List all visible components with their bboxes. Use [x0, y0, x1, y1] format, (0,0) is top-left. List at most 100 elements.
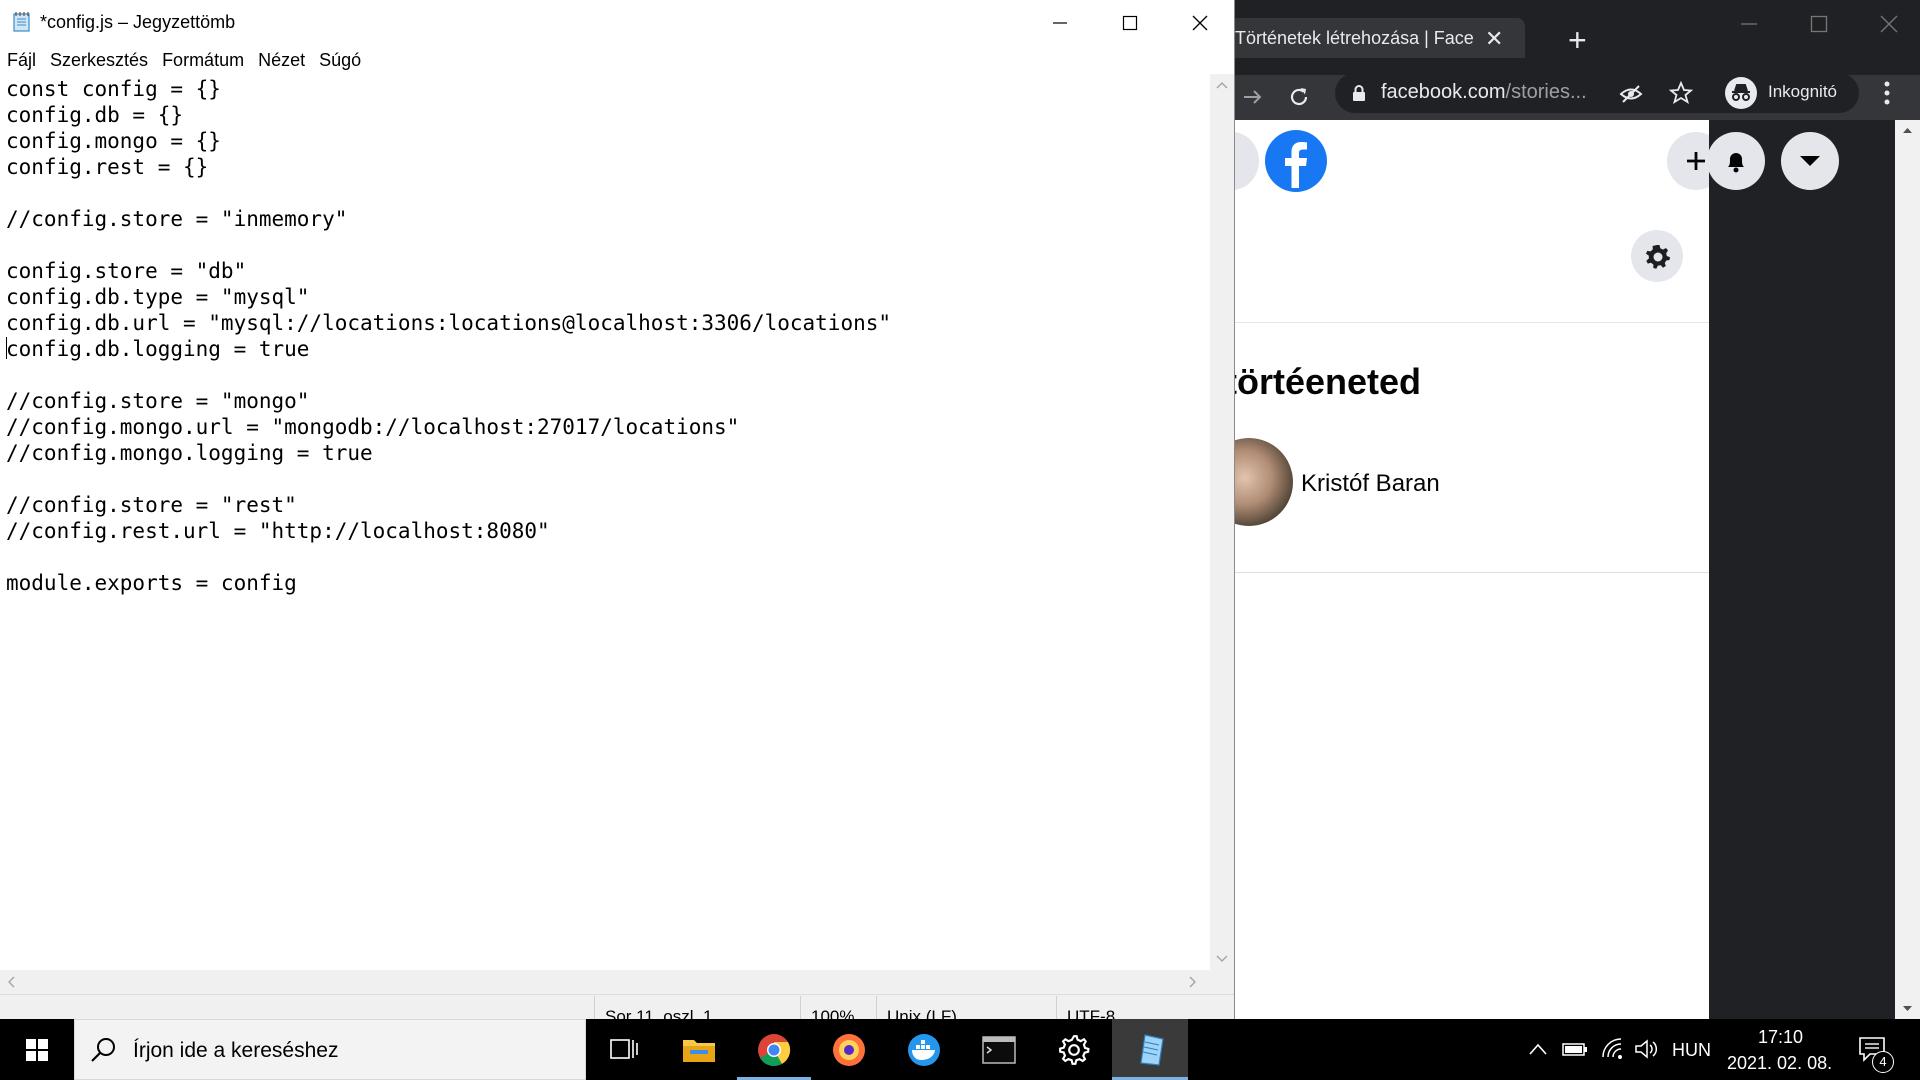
close-button[interactable] — [1165, 0, 1234, 46]
zoom-level: 100% — [811, 1007, 855, 1019]
tab-close-icon[interactable]: ✕ — [1485, 26, 1503, 52]
plus-icon — [1687, 152, 1705, 170]
chevron-up-icon[interactable] — [1528, 1042, 1548, 1056]
taskbar-search-box[interactable]: Írjon ide a kereséshez — [74, 1019, 586, 1080]
status-separator — [800, 996, 801, 1019]
url-path: /stories... — [1505, 81, 1587, 103]
terminal-icon — [982, 1035, 1016, 1064]
gear-icon — [1059, 1034, 1090, 1065]
status-separator — [1056, 996, 1057, 1019]
forward-icon[interactable] — [1240, 85, 1264, 109]
editor-line: //config.store = "mongo" — [6, 389, 310, 413]
maximize-icon[interactable] — [1809, 14, 1829, 34]
status-bar: Sor 11, oszl. 1 100% Unix (LF) UTF-8 — [0, 994, 1234, 1019]
terminal-taskbar-button[interactable] — [962, 1019, 1036, 1080]
editor-line: config.db = {} — [6, 103, 184, 127]
new-tab-icon[interactable]: + — [1568, 22, 1587, 59]
minimize-button[interactable] — [1025, 0, 1095, 46]
active-tab[interactable]: Történetek létrehozása | Facebook ✕ — [1235, 18, 1525, 58]
account-menu-button[interactable] — [1781, 132, 1839, 190]
editor-line: config.db.type = "mysql" — [6, 285, 310, 309]
notepad-taskbar-button[interactable] — [1112, 1019, 1188, 1080]
text-editor[interactable]: const config = {} config.db = {} config.… — [6, 76, 1206, 596]
taskbar: Írjon ide a kereséshez HUN 17:10 2021. 0… — [0, 1019, 1920, 1080]
menu-edit[interactable]: Szerkesztés — [43, 46, 155, 74]
menu-format[interactable]: Formátum — [155, 46, 251, 74]
minimize-icon[interactable] — [1739, 14, 1759, 34]
notifications-button[interactable] — [1707, 132, 1765, 190]
back-button[interactable] — [1235, 132, 1259, 190]
editor-line: config.mongo = {} — [6, 129, 221, 153]
lock-icon[interactable] — [1351, 84, 1367, 102]
facebook-logo-icon[interactable] — [1265, 130, 1327, 192]
wifi-icon[interactable] — [1600, 1037, 1624, 1061]
scroll-left-icon[interactable] — [0, 970, 24, 994]
maximize-button[interactable] — [1095, 0, 1165, 46]
task-view-button[interactable] — [587, 1019, 661, 1080]
scroll-corner — [1210, 970, 1234, 994]
battery-icon[interactable] — [1562, 1039, 1588, 1059]
text-caret — [6, 337, 7, 359]
editor-line: //config.mongo.url = "mongodb://localhos… — [6, 415, 740, 439]
editor-line: //config.mongo.logging = true — [6, 441, 373, 465]
file-explorer-button[interactable] — [662, 1019, 736, 1080]
url-domain: facebook.com — [1381, 81, 1506, 103]
vertical-scrollbar[interactable] — [1210, 74, 1234, 970]
page-scrollbar[interactable] — [1895, 120, 1920, 1019]
firefox-taskbar-button[interactable] — [812, 1019, 886, 1080]
eye-off-icon[interactable] — [1619, 82, 1643, 106]
chevron-down-icon — [1800, 156, 1820, 166]
settings-taskbar-button[interactable] — [1037, 1019, 1111, 1080]
docker-icon — [908, 1033, 940, 1066]
menu-view[interactable]: Nézet — [251, 46, 312, 74]
editor-line: //config.store = "rest" — [6, 493, 297, 517]
scroll-down-icon[interactable] — [1895, 999, 1920, 1019]
editor-line: const config = {} — [6, 77, 221, 101]
search-placeholder: Írjon ide a kereséshez — [133, 1039, 339, 1062]
encoding: UTF-8 — [1067, 1007, 1116, 1019]
notepad-icon — [1140, 1033, 1164, 1066]
clock-time[interactable]: 17:10 — [1758, 1027, 1803, 1048]
content-divider — [1235, 572, 1709, 573]
clock-date[interactable]: 2021. 02. 08. — [1727, 1053, 1832, 1074]
horizontal-scrollbar[interactable] — [0, 970, 1210, 994]
close-icon[interactable] — [1879, 14, 1899, 34]
facebook-page: törtéeneted Kristóf Baran — [1235, 120, 1725, 1019]
close-icon — [1192, 15, 1208, 31]
editor-line: config.rest = {} — [6, 155, 209, 179]
incognito-label: Inkognitó — [1768, 82, 1837, 101]
incognito-icon — [1725, 77, 1757, 109]
stories-heading: törtéeneted — [1235, 361, 1422, 402]
line-ending: Unix (LF) — [887, 1007, 957, 1019]
menu-file[interactable]: Fájl — [0, 46, 43, 74]
reload-icon[interactable] — [1287, 85, 1311, 109]
browser-side-panel — [1707, 120, 1920, 1019]
header-divider — [1235, 322, 1709, 323]
volume-icon[interactable] — [1634, 1038, 1660, 1060]
user-avatar[interactable] — [1235, 438, 1293, 526]
bookmark-star-icon[interactable] — [1669, 81, 1693, 105]
scroll-up-icon[interactable] — [1895, 120, 1920, 140]
settings-button[interactable] — [1631, 230, 1683, 282]
chrome-taskbar-button[interactable] — [737, 1019, 811, 1080]
notepad-icon — [13, 12, 30, 32]
url-text[interactable]: facebook.com/stories... — [1381, 81, 1587, 104]
status-separator — [594, 996, 595, 1019]
more-menu-icon[interactable] — [1883, 80, 1891, 106]
scroll-right-icon[interactable] — [1180, 970, 1204, 994]
minimize-icon — [1053, 22, 1067, 24]
editor-line: module.exports = config — [6, 571, 297, 595]
user-name: Kristóf Baran — [1301, 470, 1440, 497]
editor-line: config.db.logging = true — [6, 337, 310, 361]
scroll-down-icon[interactable] — [1210, 946, 1234, 970]
folder-icon — [683, 1039, 715, 1062]
notepad-title-bar[interactable]: *config.js – Jegyzettömb — [0, 0, 1234, 46]
docker-taskbar-button[interactable] — [887, 1019, 961, 1080]
input-language[interactable]: HUN — [1672, 1040, 1711, 1061]
start-button[interactable] — [0, 1019, 74, 1080]
status-separator — [876, 996, 877, 1019]
chrome-icon — [758, 1033, 791, 1066]
editor-line: config.db.url = "mysql://locations:locat… — [6, 311, 892, 335]
menu-help[interactable]: Súgó — [312, 46, 368, 74]
scroll-up-icon[interactable] — [1210, 74, 1234, 98]
